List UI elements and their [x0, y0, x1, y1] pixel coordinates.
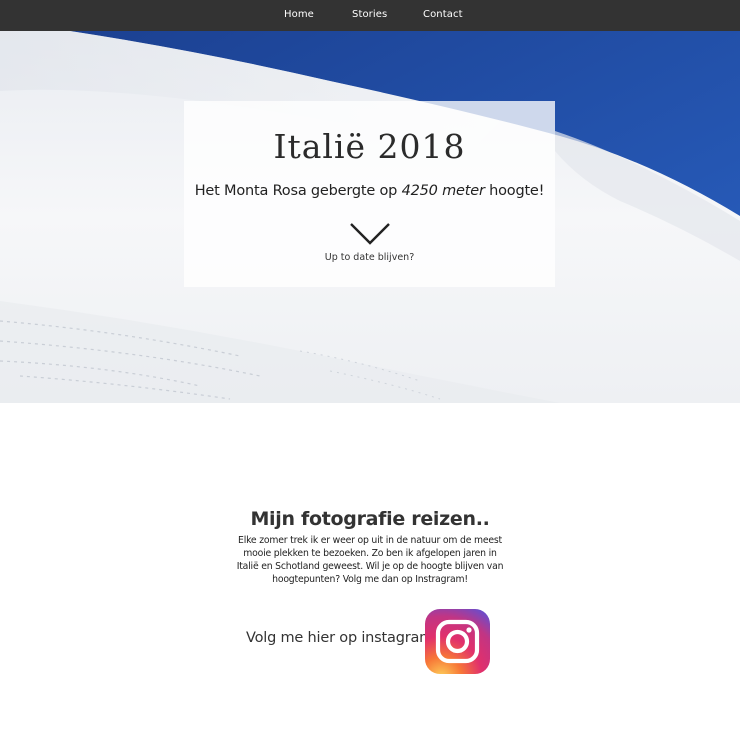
section-heading: Mijn fotografie reizen.. [250, 508, 490, 530]
section-body-text: Elke zomer trek ik er weer op uit in de … [236, 535, 504, 585]
hero-title: Italië 2018 [273, 127, 466, 166]
hero-subtitle-suffix: hoogte! [484, 183, 545, 199]
nav-stories-link[interactable]: Stories [352, 0, 387, 31]
instagram-label: Volg me hier op instagram! [246, 630, 439, 646]
hero-card: Italië 2018 Het Monta Rosa gebergte op 4… [184, 101, 555, 287]
hero-subtitle-emphasis: 4250 meter [401, 183, 485, 199]
chevron-down-icon[interactable] [350, 222, 390, 246]
instagram-icon[interactable] [425, 609, 490, 674]
hero-banner: Italië 2018 Het Monta Rosa gebergte op 4… [0, 31, 740, 403]
nav-home-link[interactable]: Home [284, 0, 314, 31]
top-nav: Home Stories Contact [0, 0, 740, 31]
hero-subtitle: Het Monta Rosa gebergte op 4250 meter ho… [184, 183, 555, 199]
hero-subtitle-prefix: Het Monta Rosa gebergte op [194, 183, 402, 199]
nav-contact-link[interactable]: Contact [423, 0, 463, 31]
up-to-date-link[interactable]: Up to date blijven? [184, 252, 555, 263]
